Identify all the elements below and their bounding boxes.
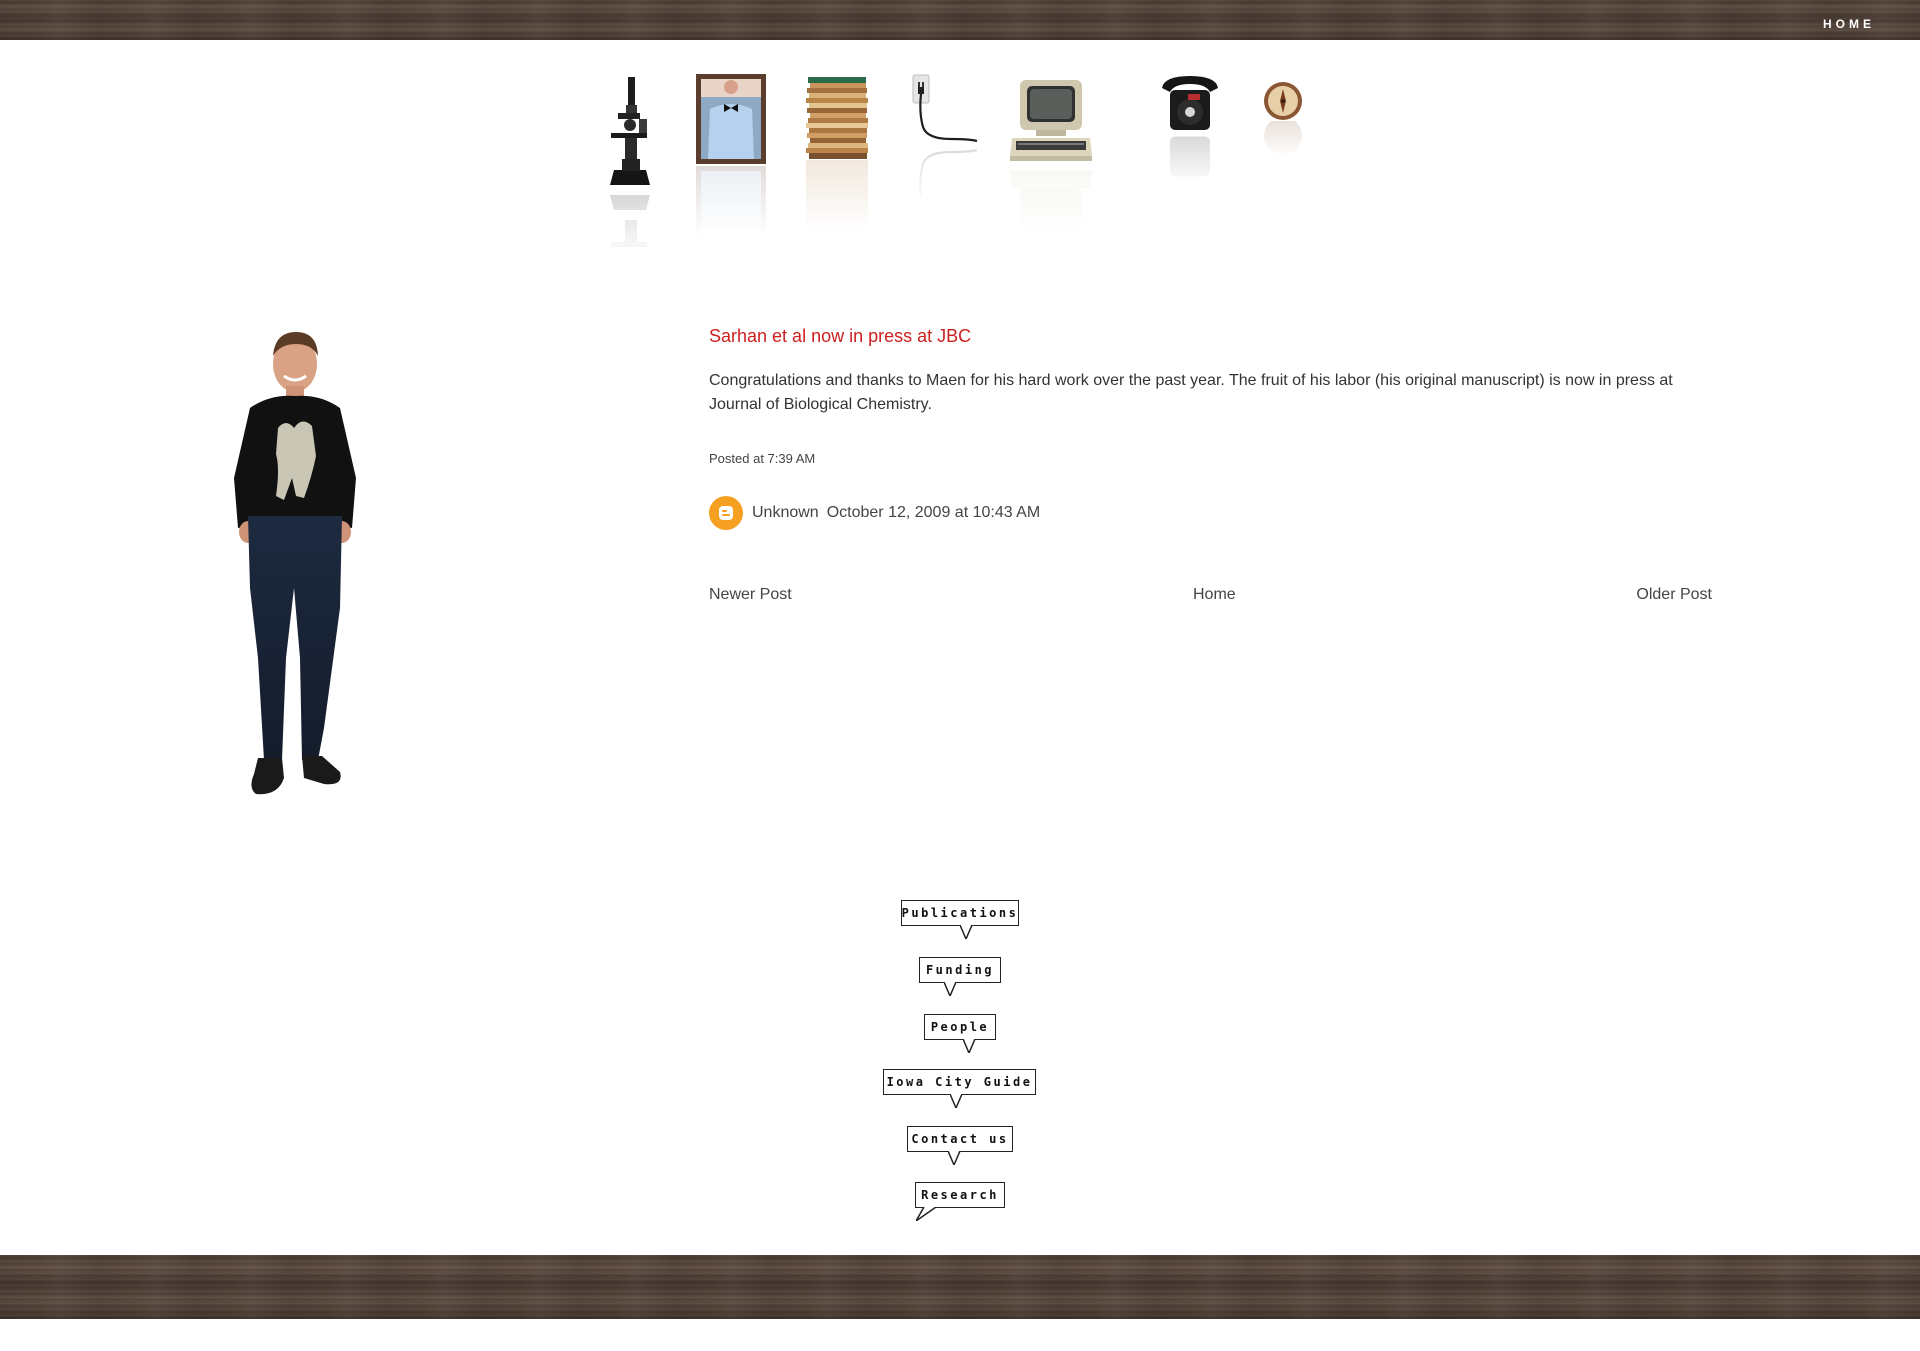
bottom-wood-bar [0, 1255, 1920, 1319]
blogger-avatar-icon [709, 496, 743, 530]
microscope-icon[interactable] [608, 75, 654, 190]
microscope-reflection [610, 195, 650, 247]
compass-reflection [1264, 121, 1302, 155]
author-standing-photo [220, 328, 370, 823]
wall-outlet-icon[interactable] [911, 73, 981, 145]
nav-bubble-iowa-city-guide[interactable]: Iowa City Guide [883, 1069, 1036, 1108]
computer-reflection [1010, 170, 1092, 234]
nav-bubble-publications[interactable]: Publications [901, 900, 1019, 939]
home-link[interactable]: Home [1193, 586, 1236, 604]
newer-post-link[interactable]: Newer Post [709, 586, 792, 604]
paper-stack-icon[interactable] [806, 77, 870, 159]
nav-bubble-label: Iowa City Guide [886, 1075, 1033, 1089]
top-wood-bar: HOME [0, 0, 1920, 40]
compass-icon[interactable] [1263, 81, 1303, 121]
nav-bubble-contact-us[interactable]: Contact us [907, 1126, 1013, 1165]
nav-bubble-research[interactable]: Research [915, 1182, 1005, 1221]
comment-author[interactable]: Unknown [752, 504, 819, 522]
nav-bubble-funding[interactable]: Funding [919, 957, 1001, 996]
portrait-frame-icon[interactable] [696, 74, 766, 164]
telephone-reflection [1170, 136, 1210, 177]
home-nav-link[interactable]: HOME [1823, 17, 1875, 31]
portrait-reflection [696, 166, 766, 236]
rotary-telephone-icon[interactable] [1158, 74, 1222, 132]
post-body: Congratulations and thanks to Maen for h… [709, 372, 1673, 413]
post-timestamp: Posted at 7:39 AM [709, 451, 816, 466]
comment-timestamp[interactable]: October 12, 2009 at 10:43 AM [827, 504, 1040, 522]
nav-bubble-label: Contact us [911, 1132, 1009, 1146]
nav-bubble-label: People [930, 1020, 990, 1034]
post-title[interactable]: Sarhan et al now in press at JBC [709, 326, 1714, 347]
vintage-computer-icon[interactable] [1010, 78, 1092, 162]
blog-post: Sarhan et al now in press at JBC Congrat… [709, 326, 1714, 530]
nav-bubble-people[interactable]: People [924, 1014, 996, 1053]
comment-entry: Unknown October 12, 2009 at 10:43 AM [709, 496, 1714, 530]
nav-bubble-label: Funding [925, 963, 995, 977]
nav-bubble-label: Research [921, 1188, 999, 1202]
nav-bubble-label: Publications [901, 906, 1019, 920]
older-post-link[interactable]: Older Post [1636, 586, 1712, 604]
wall-outlet-reflection [919, 148, 978, 198]
paper-stack-reflection [806, 160, 868, 230]
post-pager: Newer Post Home Older Post [709, 586, 1712, 608]
